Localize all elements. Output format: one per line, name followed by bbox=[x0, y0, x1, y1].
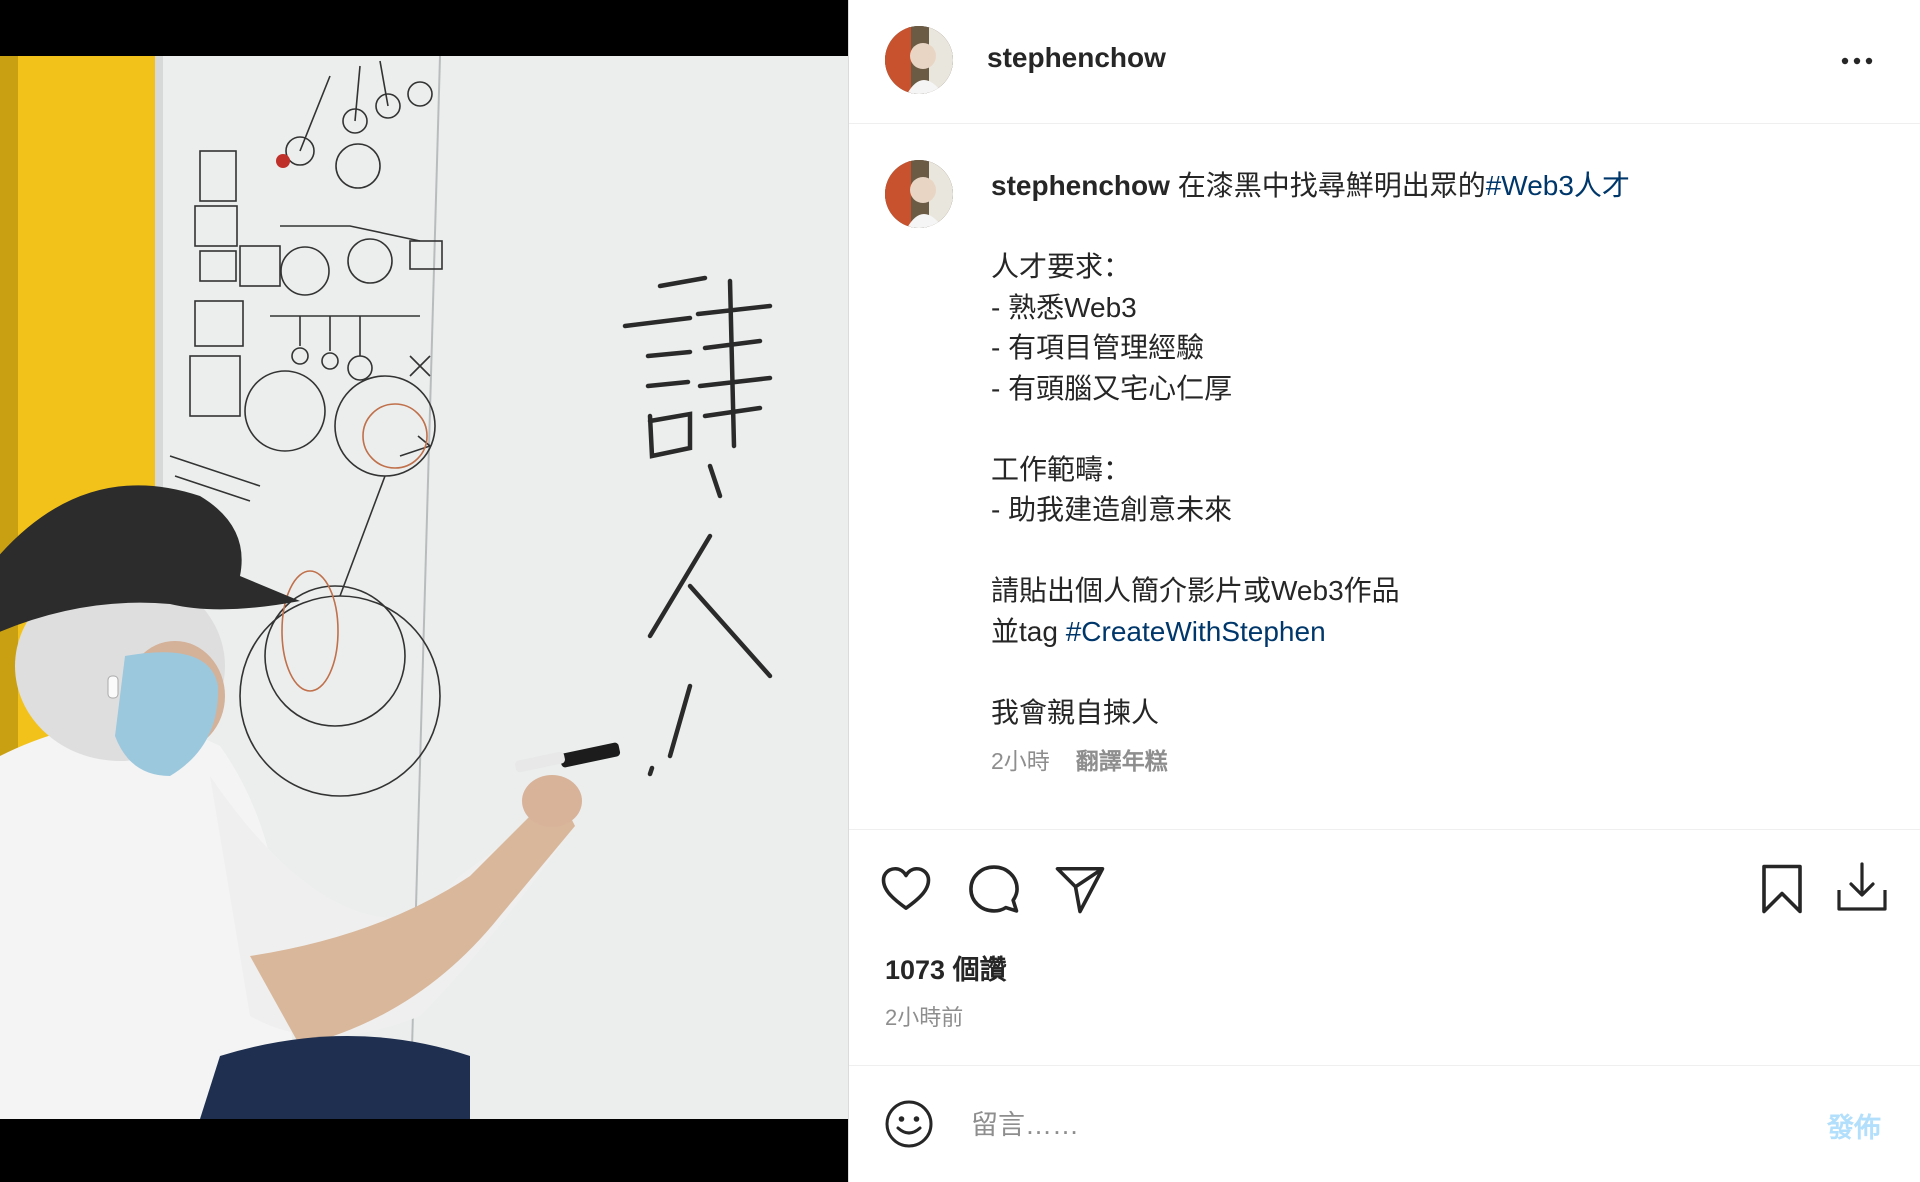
caption-line: 人才要求： bbox=[991, 251, 1132, 282]
avatar-image bbox=[885, 26, 953, 94]
likes-count[interactable]: 1073 個讚 bbox=[885, 948, 1007, 987]
caption-text: 並tag bbox=[991, 615, 1066, 647]
paper-plane-icon[interactable] bbox=[1053, 862, 1107, 916]
caption-line: - 有項目管理經驗 bbox=[991, 332, 1205, 363]
caption-tag-line: 並tag #CreateWithStephen bbox=[991, 612, 1871, 653]
post-photo[interactable] bbox=[0, 56, 848, 1119]
caption-line: 我會親自揀人 bbox=[991, 696, 1160, 728]
caption-line: - 助我建造創意未來 bbox=[991, 494, 1233, 525]
caption-line bbox=[991, 531, 1871, 572]
action-bar: 1073 個讚 2小時前 bbox=[849, 830, 1920, 1066]
comment-icon[interactable] bbox=[967, 862, 1021, 916]
caption-line bbox=[991, 409, 1871, 450]
caption-username[interactable]: stephenchow bbox=[991, 170, 1170, 201]
caption-line: 工作範疇： bbox=[991, 453, 1132, 485]
post-timestamp: 2小時前 bbox=[885, 1005, 964, 1030]
avatar-image bbox=[885, 160, 953, 228]
more-options-icon[interactable] bbox=[1837, 46, 1877, 76]
heart-icon[interactable] bbox=[879, 862, 933, 916]
comment-input[interactable] bbox=[969, 1100, 1613, 1150]
caption-text: 在漆黑中找尋鮮明出眾的 bbox=[1169, 170, 1486, 201]
caption-meta: 2小時 翻譯年糕 bbox=[991, 742, 1168, 776]
post-header: stephenchow bbox=[849, 0, 1920, 124]
hashtag-link[interactable]: #CreateWithStephen bbox=[1066, 616, 1326, 647]
caption-line: - 熟悉Web3 bbox=[991, 291, 1137, 323]
photo-illustration bbox=[0, 56, 848, 1119]
caption-line: 請貼出個人簡介影片或Web3作品 bbox=[991, 575, 1400, 606]
translate-button[interactable]: 翻譯年糕 bbox=[1076, 748, 1168, 774]
caption-line bbox=[991, 207, 1871, 248]
header-username[interactable]: stephenchow bbox=[987, 42, 1166, 74]
caption-first-line: stephenchow 在漆黑中找尋鮮明出眾的#Web3人才 bbox=[991, 166, 1871, 207]
caption-time: 2小時 bbox=[991, 748, 1050, 774]
caption-line bbox=[991, 652, 1871, 693]
hashtag-link[interactable]: #Web3人才 bbox=[1486, 170, 1630, 201]
caption-avatar[interactable] bbox=[885, 160, 953, 228]
avatar[interactable] bbox=[885, 26, 953, 94]
download-icon[interactable] bbox=[1835, 860, 1889, 914]
emoji-icon[interactable] bbox=[883, 1098, 935, 1150]
bookmark-icon[interactable] bbox=[1755, 862, 1809, 916]
post-media-panel bbox=[0, 0, 848, 1182]
post-comment-button[interactable]: 發佈 bbox=[1827, 1106, 1881, 1145]
post-caption: stephenchow 在漆黑中找尋鮮明出眾的#Web3人才 人才要求： - 熟… bbox=[991, 166, 1871, 733]
comment-bar: 發佈 bbox=[849, 1066, 1920, 1182]
caption-section: stephenchow 在漆黑中找尋鮮明出眾的#Web3人才 人才要求： - 熟… bbox=[849, 124, 1920, 830]
post-details-panel: stephenchow stephenchow 在漆黑中找尋鮮明出眾的#Web3… bbox=[848, 0, 1920, 1182]
caption-line: - 有頭腦又宅心仁厚 bbox=[991, 372, 1233, 404]
